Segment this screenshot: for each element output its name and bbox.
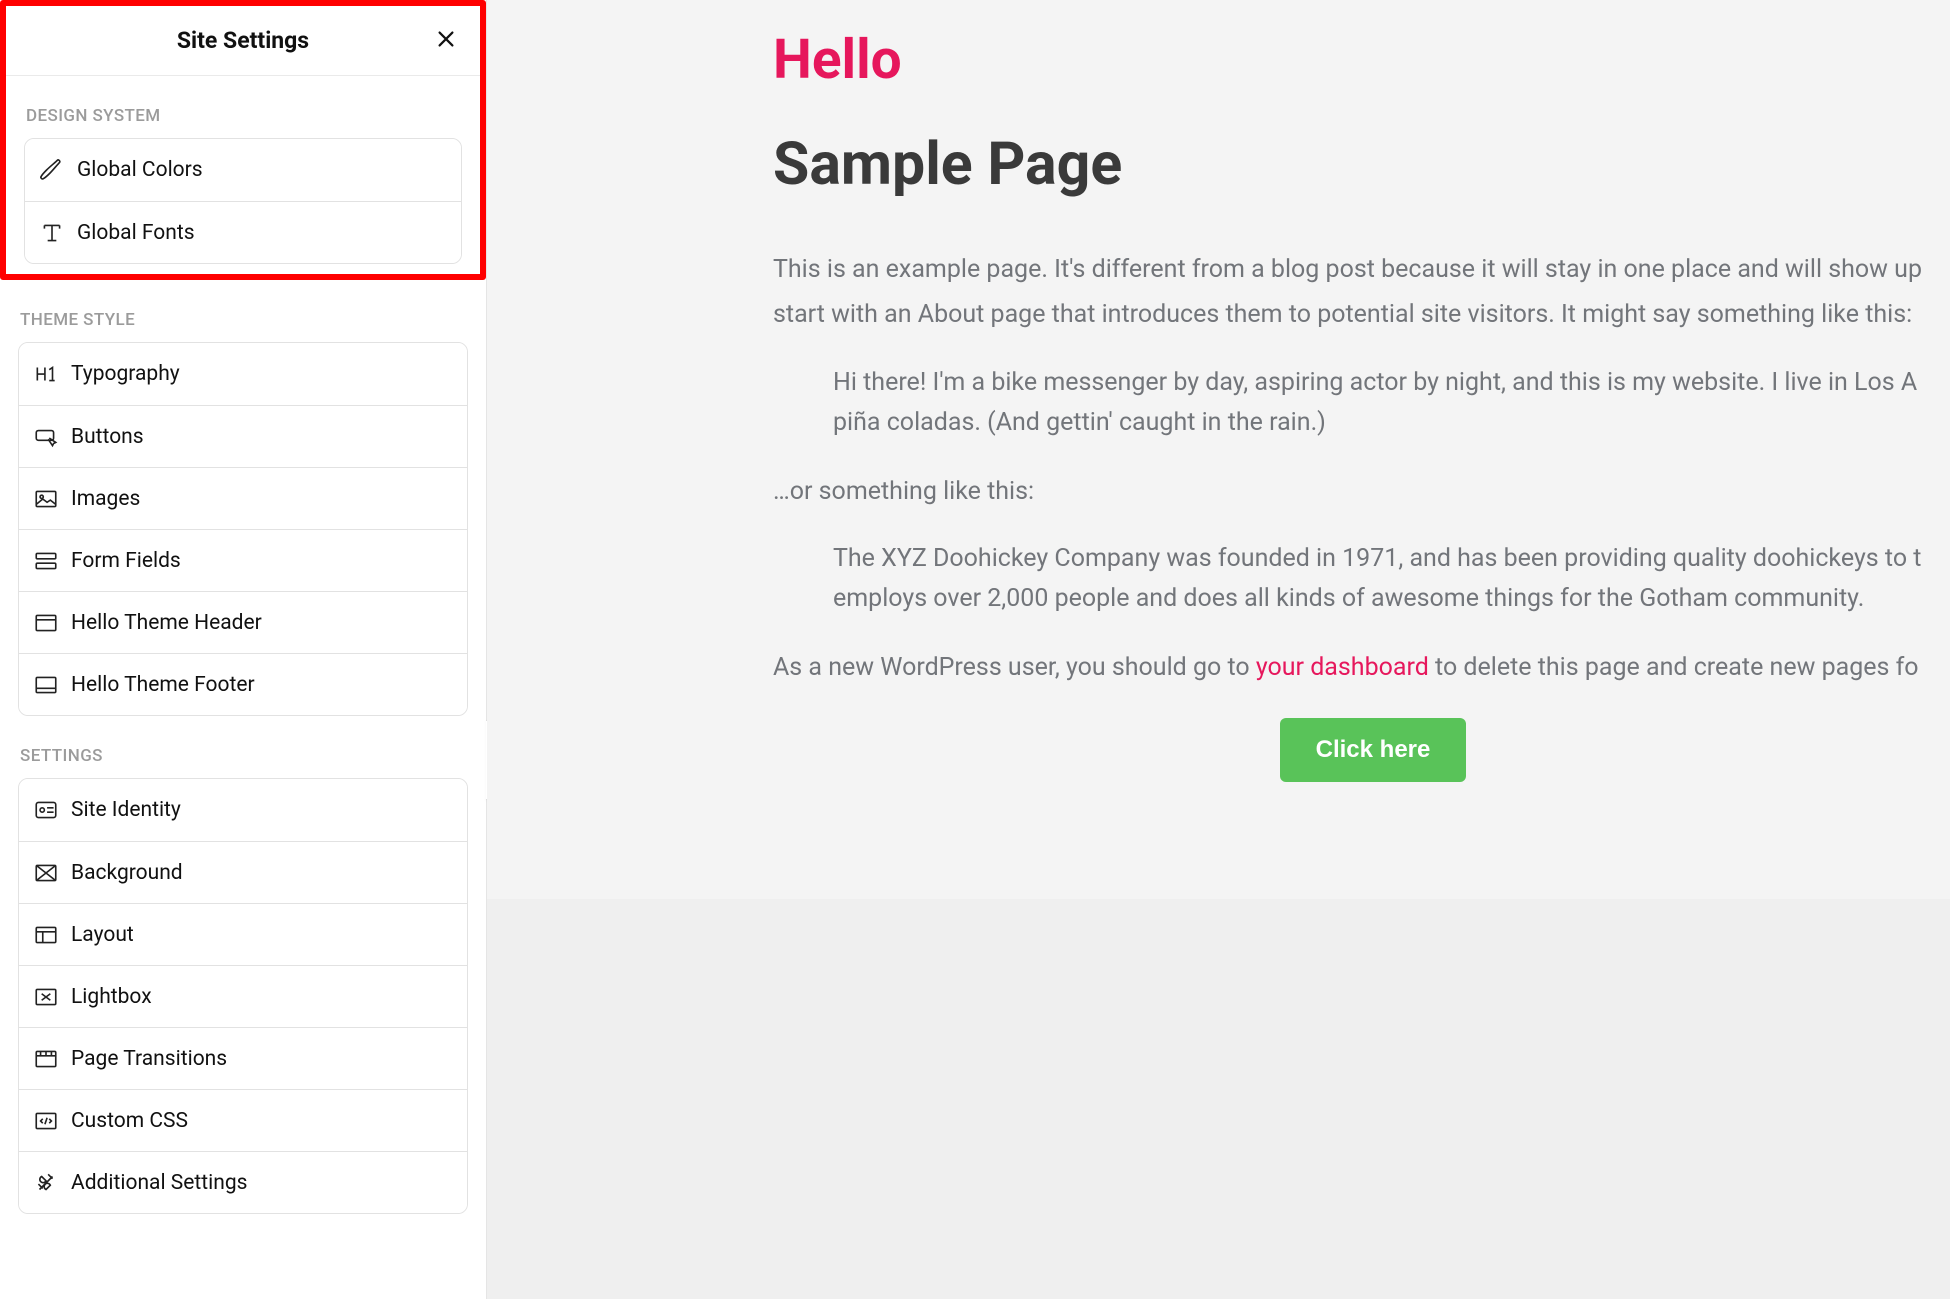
sidebar-item-label: Buttons [71,425,144,449]
sidebar-item-page-transitions[interactable]: Page Transitions [19,1027,467,1089]
footer-icon [33,672,71,698]
sidebar-item-label: Lightbox [71,985,152,1009]
panel-header: Site Settings [6,6,480,76]
sidebar-item-lightbox[interactable]: Lightbox [19,965,467,1027]
sidebar-item-form-fields[interactable]: Form Fields [19,529,467,591]
code-icon [33,1108,71,1134]
sidebar-item-label: Custom CSS [71,1109,188,1133]
sidebar-item-hello-theme-footer[interactable]: Hello Theme Footer [19,653,467,715]
tools-icon [33,1170,71,1196]
sidebar-item-label: Typography [71,362,180,386]
font-icon [39,220,77,246]
blockquote-1-line2: piña coladas. (And gettin' caught in the… [833,403,1950,443]
intro-paragraph-line1: This is an example page. It's different … [773,251,1950,290]
lightbox-icon [33,984,71,1010]
section-label-settings: SETTINGS [20,746,468,766]
h1-icon [33,361,71,387]
header-icon [33,610,71,636]
brush-icon [39,157,77,183]
sidebar-item-additional-settings[interactable]: Additional Settings [19,1151,467,1213]
layout-icon [33,922,71,948]
blockquote-2: The XYZ Doohickey Company was founded in… [773,539,1950,619]
sidebar-item-layout[interactable]: Layout [19,903,467,965]
sidebar-item-hello-theme-header[interactable]: Hello Theme Header [19,591,467,653]
close-button[interactable] [434,29,458,53]
blockquote-2-line2: employs over 2,000 people and does all k… [833,579,1950,619]
sidebar-item-label: Additional Settings [71,1171,247,1195]
sidebar-item-label: Form Fields [71,549,181,573]
click-here-button[interactable]: Click here [1280,718,1467,782]
section-label-theme-style: THEME STYLE [20,310,468,330]
sidebar-item-label: Hello Theme Header [71,611,262,635]
closing-text-post: to delete this page and create new pages… [1429,653,1919,682]
site-brand[interactable]: Hello [773,28,1950,92]
blockquote-2-line1: The XYZ Doohickey Company was founded in… [833,539,1950,579]
background-icon [33,860,71,886]
site-settings-sidebar: Site Settings DESIGN SYSTEM Global Color… [0,0,487,1299]
sidebar-item-global-colors[interactable]: Global Colors [25,139,461,201]
sidebar-item-buttons[interactable]: Buttons [19,405,467,467]
close-icon [435,28,457,54]
closing-paragraph: As a new WordPress user, you should go t… [773,649,1950,688]
form-icon [33,548,71,574]
design-system-group: Global Colors Global Fonts [24,138,462,264]
sidebar-item-site-identity[interactable]: Site Identity [19,779,467,841]
page-title: Sample Page [773,130,1950,199]
intro-paragraph-line2: start with an About page that introduces… [773,296,1950,335]
design-system-highlight: Site Settings DESIGN SYSTEM Global Color… [0,0,486,280]
button-row: Click here [773,718,1950,782]
sidebar-item-custom-css[interactable]: Custom CSS [19,1089,467,1151]
theme-style-group: Typography Buttons Images [18,342,468,716]
settings-group: Site Identity Background Layout [18,778,468,1214]
sidebar-item-label: Global Colors [77,158,203,182]
button-cursor-icon [33,424,71,450]
section-label-design-system: DESIGN SYSTEM [26,106,480,126]
mid-paragraph: …or something like this: [773,473,1950,512]
blockquote-1-line1: Hi there! I'm a bike messenger by day, a… [833,363,1950,403]
preview-footer-area [487,899,1950,1299]
sidebar-item-label: Global Fonts [77,221,195,245]
sidebar-item-global-fonts[interactable]: Global Fonts [25,201,461,263]
sidebar-item-images[interactable]: Images [19,467,467,529]
image-icon [33,486,71,512]
sidebar-item-typography[interactable]: Typography [19,343,467,405]
dashboard-link[interactable]: your dashboard [1256,653,1429,682]
sidebar-item-label: Hello Theme Footer [71,673,255,697]
sidebar-item-label: Page Transitions [71,1047,227,1071]
closing-text-pre: As a new WordPress user, you should go t… [773,653,1256,682]
panel-title: Site Settings [177,27,309,54]
sidebar-item-label: Images [71,487,140,511]
blockquote-1: Hi there! I'm a bike messenger by day, a… [773,363,1950,443]
sidebar-item-label: Background [71,861,183,885]
sidebar-item-label: Site Identity [71,798,181,822]
sidebar-item-label: Layout [71,923,134,947]
identity-icon [33,797,71,823]
sidebar-item-background[interactable]: Background [19,841,467,903]
transitions-icon [33,1046,71,1072]
page-preview: Hello Sample Page This is an example pag… [487,0,1950,1299]
